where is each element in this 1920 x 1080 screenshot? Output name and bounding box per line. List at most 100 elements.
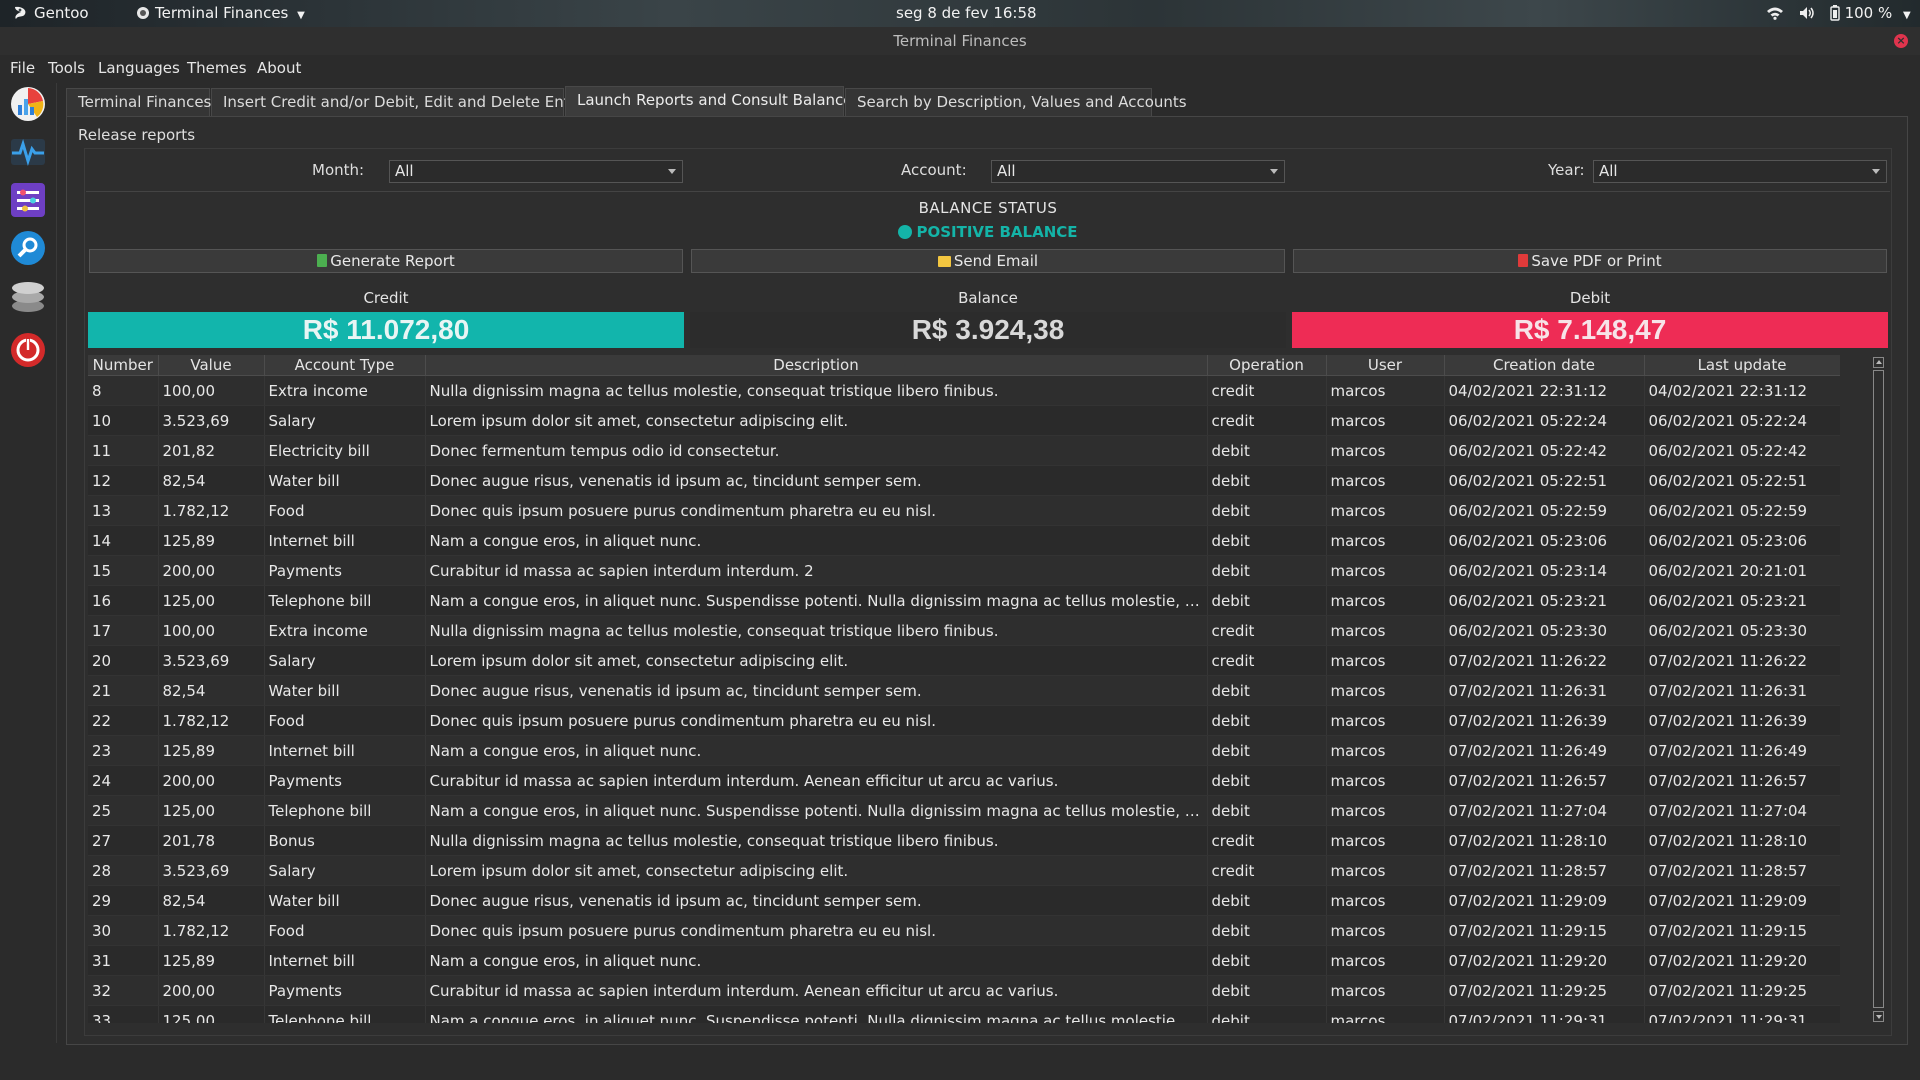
cell-creation-date: 07/02/2021 11:29:20 [1444,945,1645,976]
tab-launch-reports[interactable]: Launch Reports and Consult Balances [565,86,860,117]
table-row[interactable]: 27 201,78 Bonus Nulla dignissim magna ac te… [88,825,1840,856]
cell-creation-date: 07/02/2021 11:29:15 [1444,915,1645,946]
system-status-area[interactable]: 100 % ▼ [1766,0,1911,27]
cell-account-type: Telephone bill [264,1005,426,1023]
cell-operation: debit [1207,915,1327,946]
cell-number: 13 [88,495,159,526]
close-icon: × [1896,34,1906,47]
table-row[interactable]: 12 82,54 Water bill Donec augue risus, vene… [88,465,1840,496]
table-row[interactable]: 24 200,00 Payments Curabitur id massa ac sa… [88,765,1840,796]
activities-menu[interactable]: Gentoo [12,0,89,27]
cell-operation: debit [1207,435,1327,466]
cell-last-update: 06/02/2021 05:22:51 [1644,465,1840,496]
account-select[interactable]: All [991,160,1285,183]
cell-last-update: 06/02/2021 05:22:24 [1644,405,1840,436]
scroll-down-arrow-icon[interactable] [1873,1011,1884,1022]
generate-report-button[interactable]: Generate Report [89,249,683,273]
table-row[interactable]: 20 3.523,69 Salary Lorem ipsum dolor sit am… [88,645,1840,676]
cell-account-type: Water bill [264,885,426,916]
table-row[interactable]: 13 1.782,12 Food Donec quis ipsum posuere p… [88,495,1840,526]
table-row[interactable]: 25 125,00 Telephone bill Nam a congue eros,… [88,795,1840,826]
balance-status-text: POSITIVE BALANCE [916,223,1078,241]
scrollbar-track[interactable] [1873,370,1884,1008]
table-row[interactable]: 15 200,00 Payments Curabitur id massa ac sa… [88,555,1840,586]
tab-terminal-finances[interactable]: Terminal Finances [66,88,211,116]
cell-user: marcos [1326,795,1445,826]
cell-last-update: 07/02/2021 11:29:20 [1644,945,1840,976]
cell-value: 82,54 [158,465,265,496]
menu-themes[interactable]: Themes [187,55,247,79]
column-header-value[interactable]: Value [158,355,265,376]
cell-creation-date: 07/02/2021 11:26:31 [1444,675,1645,706]
menu-tools[interactable]: Tools [48,55,85,79]
table-row[interactable]: 8 100,00 Extra income Nulla dignissim magna… [88,375,1840,406]
cell-number: 21 [88,675,159,706]
app-menu-label: Terminal Finances [155,4,289,22]
pdf-icon [1518,254,1529,267]
cell-last-update: 07/02/2021 11:28:10 [1644,825,1840,856]
table-row[interactable]: 31 125,89 Internet bill Nam a congue eros, … [88,945,1840,976]
table-row[interactable]: 17 100,00 Extra income Nulla dignissim magn… [88,615,1840,646]
column-header-description[interactable]: Description [425,355,1208,376]
table-row[interactable]: 14 125,89 Internet bill Nam a congue eros, … [88,525,1840,556]
cell-last-update: 07/02/2021 11:26:22 [1644,645,1840,676]
table-row[interactable]: 10 3.523,69 Salary Lorem ipsum dolor sit am… [88,405,1840,436]
power-icon[interactable] [9,331,47,369]
app-menu-button[interactable]: Terminal Finances ▼ [136,0,305,27]
column-header-user[interactable]: User [1326,355,1445,376]
table-row[interactable]: 30 1.782,12 Food Donec quis ipsum posuere p… [88,915,1840,946]
gentoo-logo-icon [15,6,26,19]
menu-file[interactable]: File [10,55,35,79]
cell-number: 31 [88,945,159,976]
tab-search[interactable]: Search by Description, Values and Accoun… [845,88,1187,116]
cell-account-type: Water bill [264,465,426,496]
cell-last-update: 06/02/2021 05:22:42 [1644,435,1840,466]
cell-value: 200,00 [158,975,265,1006]
cell-user: marcos [1326,735,1445,766]
table-row[interactable]: 16 125,00 Telephone bill Nam a congue eros,… [88,585,1840,616]
table-row[interactable]: 23 125,89 Internet bill Nam a congue eros, … [88,735,1840,766]
month-label: Month: [312,161,365,179]
send-email-label: Send Email [953,252,1039,270]
cell-description: Nam a congue eros, in aliquet nunc. Susp… [425,1005,1208,1023]
cell-user: marcos [1326,855,1445,886]
report-icon [317,254,328,267]
close-window-button[interactable]: × [1894,34,1908,48]
column-header-operation[interactable]: Operation [1207,355,1327,376]
scroll-up-arrow-icon[interactable] [1873,357,1884,368]
column-header-account-type[interactable]: Account Type [264,355,426,376]
column-header-last-update[interactable]: Last update [1644,355,1840,376]
cell-value: 125,00 [158,585,265,616]
table-row[interactable]: 21 82,54 Water bill Donec augue risus, vene… [88,675,1840,706]
cell-number: 17 [88,615,159,646]
menu-languages[interactable]: Languages [98,55,180,79]
chart-app-icon[interactable] [9,85,47,123]
year-select[interactable]: All [1593,160,1887,183]
cell-description: Donec quis ipsum posuere purus condiment… [425,915,1208,946]
table-row[interactable]: 11 201,82 Electricity bill Donec fermentum … [88,435,1840,466]
table-row[interactable]: 29 82,54 Water bill Donec augue risus, vene… [88,885,1840,916]
column-header-creation-date[interactable]: Creation date [1444,355,1645,376]
table-row[interactable]: 33 125,00 Telephone bill Nam a congue eros,… [88,1005,1840,1023]
tab-insert-entries[interactable]: Insert Credit and/or Debit, Edit and Del… [211,88,597,116]
send-email-button[interactable]: Send Email [691,249,1285,273]
database-icon[interactable] [9,277,47,315]
table-row[interactable]: 22 1.782,12 Food Donec quis ipsum posuere p… [88,705,1840,736]
cell-last-update: 04/02/2021 22:31:12 [1644,375,1840,406]
column-header-number[interactable]: Number [88,355,159,376]
vertical-scrollbar[interactable] [1871,356,1887,1024]
cell-description: Donec augue risus, venenatis id ipsum ac… [425,465,1208,496]
table-row[interactable]: 32 200,00 Payments Curabitur id massa ac sa… [88,975,1840,1006]
menu-about[interactable]: About [257,55,301,79]
cell-number: 20 [88,645,159,676]
cell-operation: debit [1207,705,1327,736]
save-pdf-button[interactable]: Save PDF or Print [1293,249,1887,273]
cell-number: 33 [88,1005,159,1023]
clock[interactable]: seg 8 de fev 16:58 [896,0,1037,27]
account-label: Account: [901,161,967,179]
cell-creation-date: 07/02/2021 11:26:39 [1444,705,1645,736]
month-select[interactable]: All [389,160,683,183]
cell-last-update: 07/02/2021 11:27:04 [1644,795,1840,826]
activity-pulse-icon[interactable] [9,133,47,171]
table-row[interactable]: 28 3.523,69 Salary Lorem ipsum dolor sit am… [88,855,1840,886]
